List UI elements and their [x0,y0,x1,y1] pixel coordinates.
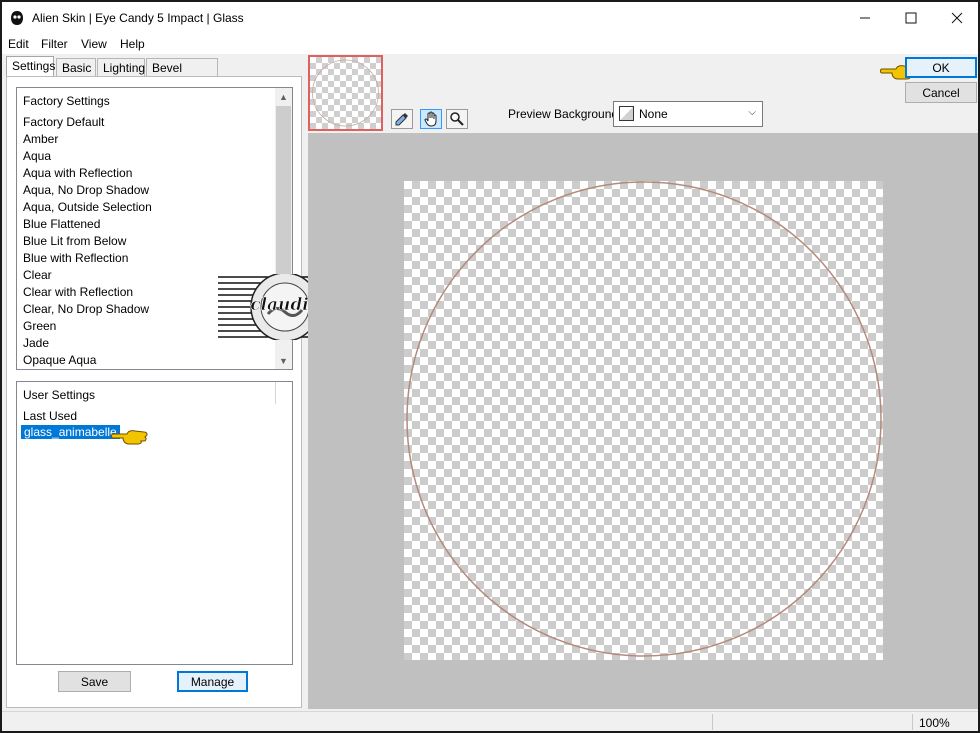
list-item[interactable]: Blue Lit from Below [23,234,126,248]
list-item[interactable]: Aqua, No Drop Shadow [23,183,149,197]
menu-view[interactable]: View [81,37,107,51]
navigator-thumbnail[interactable] [308,55,383,131]
hand-tool[interactable] [420,109,442,129]
list-item[interactable]: Aqua with Reflection [23,166,132,180]
list-item-selected[interactable]: glass_animabelle [21,425,120,439]
list-item[interactable]: Jade [23,336,49,350]
factory-settings-header: Factory Settings [23,94,110,108]
menu-bar: Edit Filter View Help [2,34,978,54]
save-button[interactable]: Save [58,671,131,692]
list-item[interactable]: Factory Default [23,115,104,129]
list-item[interactable]: Last Used [23,409,77,423]
tab-basic[interactable]: Basic [56,58,96,76]
menu-edit[interactable]: Edit [8,37,29,51]
maximize-icon[interactable] [888,2,934,34]
list-item[interactable]: Clear [23,268,52,282]
menu-help[interactable]: Help [120,37,145,51]
tab-settings[interactable]: Settings [6,56,55,77]
list-item[interactable]: Blue with Reflection [23,251,128,265]
list-item[interactable]: Clear, No Drop Shadow [23,302,149,316]
preview-canvas[interactable] [404,181,883,660]
scroll-down-icon[interactable]: ▼ [275,352,292,369]
eyedropper-icon [395,113,408,126]
scroll-up-icon[interactable]: ▲ [275,88,292,105]
app-icon [11,11,23,25]
minimize-icon[interactable] [842,2,888,34]
hand-icon [424,111,437,127]
list-item[interactable]: Aqua, Outside Selection [23,200,152,214]
tab-bevel-profile[interactable]: Bevel Profile [146,58,218,89]
zoom-tool[interactable] [446,109,468,129]
header-divider [275,382,276,404]
zoom-level: 100% [919,716,950,730]
app-window: Alien Skin | Eye Candy 5 Impact | Glass … [0,0,980,733]
eyedropper-tool[interactable] [391,109,413,129]
ok-button[interactable]: OK [905,57,977,78]
pointer-hand-icon [111,430,148,445]
tab-lighting[interactable]: Lighting [97,58,145,76]
glass-circle [406,181,882,657]
list-item[interactable]: Green [23,319,56,333]
status-separator [712,714,713,730]
preview-background-select[interactable]: None ⌵ [613,101,763,127]
preview-background-label: Preview Background: [508,107,622,121]
background-swatch [619,106,634,121]
status-bar: 100% [2,711,978,731]
manage-button[interactable]: Manage [177,671,248,692]
settings-panel: Factory Settings Factory Default Amber A… [6,76,302,708]
cancel-button[interactable]: Cancel [905,82,977,103]
list-item[interactable]: Aqua [23,149,51,163]
status-separator [912,714,913,730]
close-icon[interactable] [934,2,980,34]
dropdown-arrow-icon: ⌵ [748,107,756,118]
menu-filter[interactable]: Filter [41,37,68,51]
preview-area[interactable] [308,133,978,709]
list-item[interactable]: Amber [23,132,58,146]
list-item[interactable]: Opaque Aqua [23,353,96,367]
user-settings-header: User Settings [23,388,96,402]
user-settings-list[interactable]: User Settings Last Used glass_animabelle [16,381,293,665]
window-title: Alien Skin | Eye Candy 5 Impact | Glass [32,11,244,25]
title-bar: Alien Skin | Eye Candy 5 Impact | Glass [2,2,978,34]
zoom-icon [450,112,464,126]
list-item[interactable]: Blue Flattened [23,217,100,231]
scroll-thumb[interactable] [276,106,291,276]
preview-background-value: None [639,107,668,121]
list-item[interactable]: Clear with Reflection [23,285,133,299]
